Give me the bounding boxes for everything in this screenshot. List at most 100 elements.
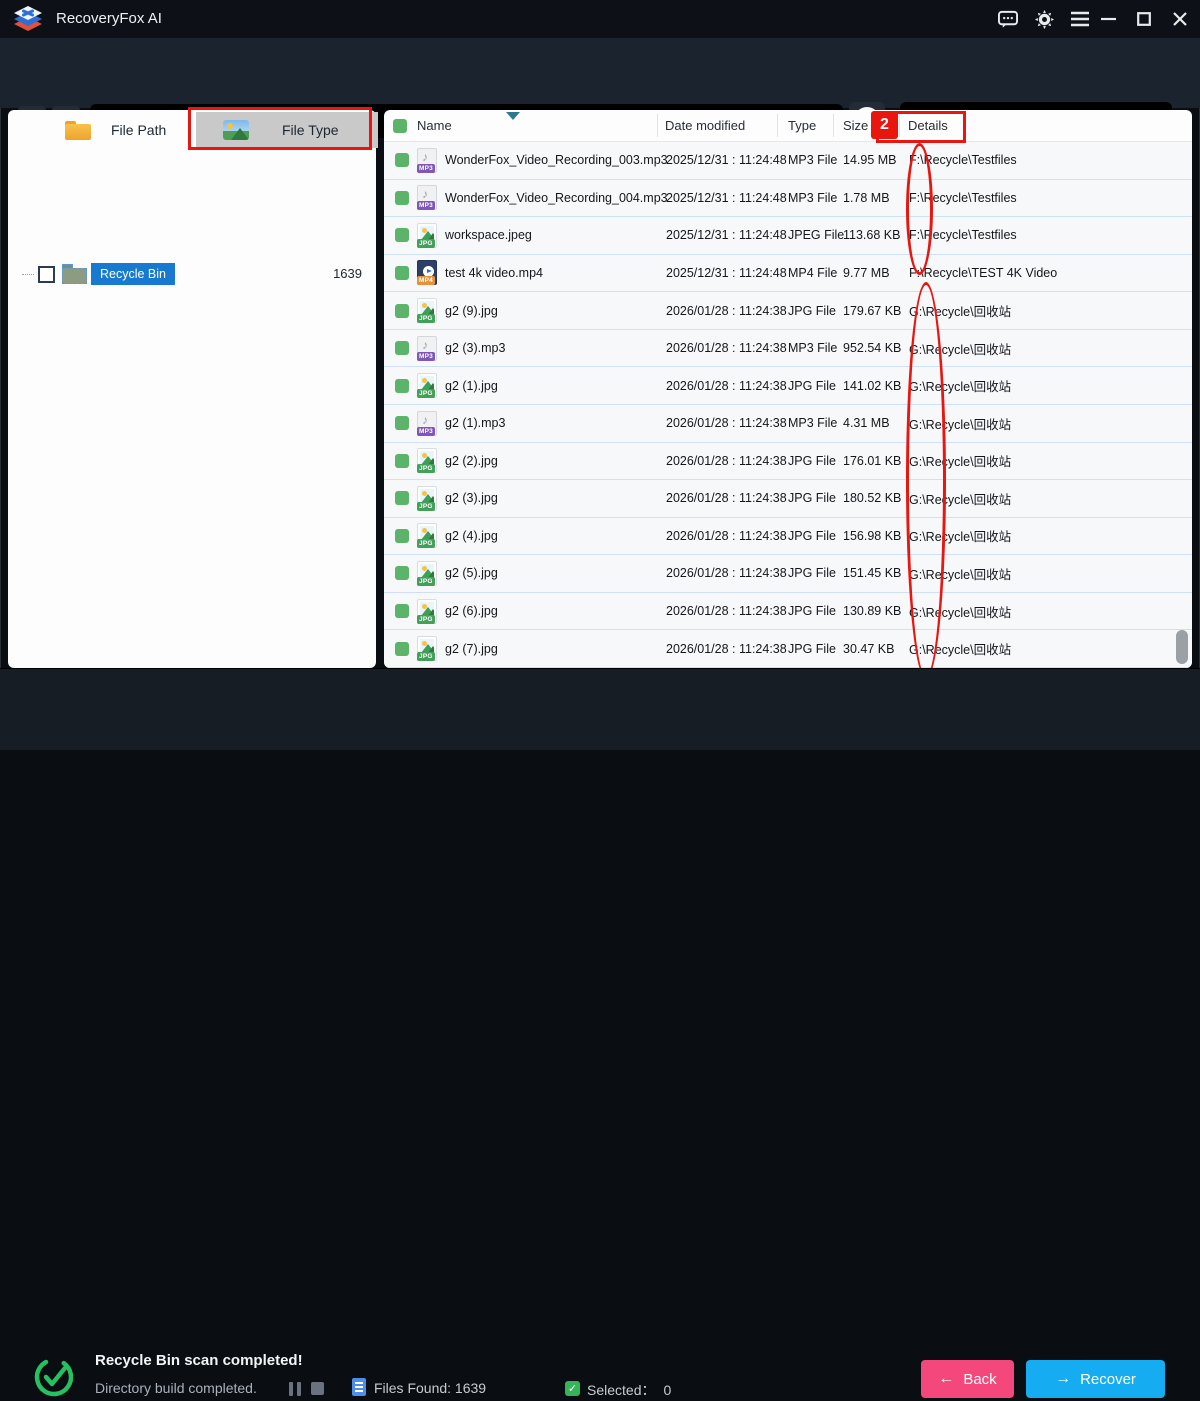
pause-icon[interactable] xyxy=(289,1382,301,1396)
tab-file-type[interactable]: File Type xyxy=(196,112,378,148)
settings-gear-icon[interactable] xyxy=(1034,9,1054,29)
recover-button[interactable]: → Recover xyxy=(1026,1360,1165,1398)
row-checkbox[interactable] xyxy=(395,604,409,618)
file-details: G:\Recycle\回收站 xyxy=(909,451,1011,470)
file-date-modified: 2026/01/28 : 11:24:38 xyxy=(666,304,787,318)
file-size: 176.01 KB xyxy=(843,454,901,468)
menu-hamburger-icon[interactable] xyxy=(1070,9,1090,29)
row-checkbox[interactable] xyxy=(395,341,409,355)
file-date-modified: 2026/01/28 : 11:24:38 xyxy=(666,416,787,430)
row-checkbox[interactable] xyxy=(395,191,409,205)
table-row[interactable]: JPG g2 (1).jpg 2026/01/28 : 11:24:38 JPG… xyxy=(384,367,1192,405)
file-details: F:\Recycle\Testfiles xyxy=(909,191,1017,205)
file-size: 952.54 KB xyxy=(843,341,901,355)
file-details: F:\Recycle\TEST 4K Video xyxy=(909,266,1057,280)
table-row[interactable]: JPG workspace.jpeg 2025/12/31 : 11:24:48… xyxy=(384,217,1192,255)
feedback-chat-icon[interactable] xyxy=(998,9,1018,29)
table-row[interactable]: JPG g2 (4).jpg 2026/01/28 : 11:24:38 JPG… xyxy=(384,518,1192,556)
titlebar: RecoveryFox AI xyxy=(0,0,1200,38)
table-row[interactable]: ♪MP3 g2 (3).mp3 2026/01/28 : 11:24:38 MP… xyxy=(384,330,1192,368)
file-size: 141.02 KB xyxy=(843,379,901,393)
file-size: 14.95 MB xyxy=(843,153,897,167)
scrollbar-thumb[interactable] xyxy=(1176,630,1188,664)
table-header: Name Date modified Type Size Details xyxy=(384,110,1192,142)
file-type-icon: JPG xyxy=(417,523,437,548)
column-size[interactable]: Size xyxy=(843,118,868,133)
table-row[interactable]: JPG g2 (9).jpg 2026/01/28 : 11:24:38 JPG… xyxy=(384,292,1192,330)
file-details: G:\Recycle\回收站 xyxy=(909,526,1011,545)
sidebar-panel: File Path File Type Recycle Bin 1639 xyxy=(8,110,376,668)
file-table: Name Date modified Type Size Details ♪MP… xyxy=(384,110,1192,668)
stop-icon[interactable] xyxy=(311,1382,324,1395)
sort-arrow-icon[interactable] xyxy=(506,112,520,120)
table-row[interactable]: ♪MP3 g2 (1).mp3 2026/01/28 : 11:24:38 MP… xyxy=(384,405,1192,443)
file-type: MP3 File xyxy=(788,153,837,167)
table-row[interactable]: JPG g2 (3).jpg 2026/01/28 : 11:24:38 JPG… xyxy=(384,480,1192,518)
tree-checkbox[interactable] xyxy=(38,266,55,283)
file-type-icon: JPG xyxy=(417,298,437,323)
minimize-button[interactable] xyxy=(1098,9,1118,29)
tab-file-path[interactable]: File Path xyxy=(10,112,194,148)
file-type-icon: JPG xyxy=(417,636,437,661)
row-checkbox[interactable] xyxy=(395,642,409,656)
column-details[interactable]: Details xyxy=(908,118,948,133)
close-button[interactable] xyxy=(1170,9,1190,29)
file-details: G:\Recycle\回收站 xyxy=(909,602,1011,621)
table-row[interactable]: JPG g2 (7).jpg 2026/01/28 : 11:24:38 JPG… xyxy=(384,630,1192,668)
select-all-checkbox[interactable] xyxy=(393,119,407,133)
file-type: JPG File xyxy=(788,566,836,580)
file-type-icon: ♪MP3 xyxy=(417,411,437,436)
row-checkbox[interactable] xyxy=(395,379,409,393)
file-date-modified: 2026/01/28 : 11:24:38 xyxy=(666,454,787,468)
file-type-icon: JPG xyxy=(417,448,437,473)
table-row[interactable]: JPG g2 (2).jpg 2026/01/28 : 11:24:38 JPG… xyxy=(384,443,1192,481)
file-type: MP3 File xyxy=(788,191,837,205)
file-details: G:\Recycle\回收站 xyxy=(909,376,1011,395)
table-row[interactable]: JPG g2 (6).jpg 2026/01/28 : 11:24:38 JPG… xyxy=(384,593,1192,631)
row-checkbox[interactable] xyxy=(395,491,409,505)
navigation-bar: ← → G:\ xyxy=(0,38,1200,108)
column-type[interactable]: Type xyxy=(788,118,816,133)
file-type: MP3 File xyxy=(788,341,837,355)
row-checkbox[interactable] xyxy=(395,304,409,318)
file-type: JPG File xyxy=(788,604,836,618)
tree-item-label: Recycle Bin xyxy=(91,263,175,285)
file-size: 156.98 KB xyxy=(843,529,901,543)
row-checkbox[interactable] xyxy=(395,153,409,167)
file-size: 113.68 KB xyxy=(843,228,900,242)
column-name[interactable]: Name xyxy=(417,118,452,133)
scan-status-title: Recycle Bin scan completed! xyxy=(95,1352,303,1369)
file-size: 151.45 KB xyxy=(843,566,901,580)
row-checkbox[interactable] xyxy=(395,529,409,543)
file-date-modified: 2025/12/31 : 11:24:48 xyxy=(666,266,787,280)
file-type: JPEG File xyxy=(788,228,844,242)
row-checkbox[interactable] xyxy=(395,416,409,430)
table-body: ♪MP3 WonderFox_Video_Recording_003.mp3 2… xyxy=(384,142,1192,668)
tree-item-recycle-bin[interactable]: Recycle Bin xyxy=(22,260,175,288)
scan-status-subtitle: Directory build completed. xyxy=(95,1380,257,1396)
table-row[interactable]: JPG g2 (5).jpg 2026/01/28 : 11:24:38 JPG… xyxy=(384,555,1192,593)
status-bar: Recycle Bin scan completed! Directory bu… xyxy=(0,668,1200,750)
recoveryfox-window: RecoveryFox AI ← → xyxy=(0,0,1200,750)
file-type-icon: JPG xyxy=(417,561,437,586)
folder-icon xyxy=(65,121,91,140)
file-type-icon: ♪MP3 xyxy=(417,148,437,173)
file-date-modified: 2026/01/28 : 11:24:38 xyxy=(666,341,787,355)
table-row[interactable]: MP4 test 4k video.mp4 2025/12/31 : 11:24… xyxy=(384,255,1192,293)
file-date-modified: 2026/01/28 : 11:24:38 xyxy=(666,642,787,656)
row-checkbox[interactable] xyxy=(395,228,409,242)
table-row[interactable]: ♪MP3 WonderFox_Video_Recording_003.mp3 2… xyxy=(384,142,1192,180)
file-type: JPG File xyxy=(788,642,836,656)
row-checkbox[interactable] xyxy=(395,266,409,280)
file-size: 4.31 MB xyxy=(843,416,890,430)
table-row[interactable]: ♪MP3 WonderFox_Video_Recording_004.mp3 2… xyxy=(384,180,1192,218)
row-checkbox[interactable] xyxy=(395,566,409,580)
back-button[interactable]: ← Back xyxy=(921,1360,1014,1398)
file-date-modified: 2025/12/31 : 11:24:48 xyxy=(666,153,787,167)
row-checkbox[interactable] xyxy=(395,454,409,468)
file-type-icon: ♪MP3 xyxy=(417,336,437,361)
column-date-modified[interactable]: Date modified xyxy=(665,118,745,133)
maximize-button[interactable] xyxy=(1134,9,1154,29)
file-size: 130.89 KB xyxy=(843,604,901,618)
recover-button-label: Recover xyxy=(1080,1371,1136,1388)
